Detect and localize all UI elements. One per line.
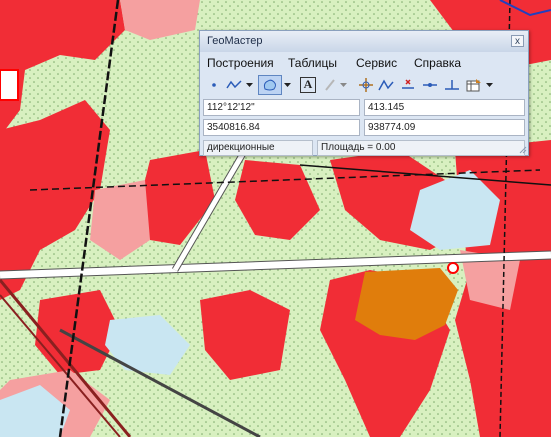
point-icon[interactable] [204,75,224,95]
vertex-icon[interactable] [376,75,396,95]
area-icon[interactable] [258,75,282,95]
pen-icon[interactable] [320,75,340,95]
y-coordinate-field[interactable]: 938774.09 [364,119,525,136]
close-button[interactable]: x [511,35,524,47]
dropdown-arrow-icon[interactable] [282,75,292,95]
map-marker[interactable] [447,262,459,274]
perpendicular-icon[interactable] [442,75,462,95]
polyline-icon[interactable] [224,75,244,95]
x-coordinate-field[interactable]: 3540816.84 [203,119,360,136]
menu-item-tables[interactable]: Таблицы [288,56,337,70]
target-icon[interactable] [356,75,376,95]
longitude-field[interactable]: 112°12'12" [203,99,360,116]
line-point-icon[interactable] [420,75,440,95]
menu-item-construct[interactable]: Построения [207,56,274,70]
dropdown-arrow-icon[interactable] [338,75,348,95]
dropdown-arrow-icon[interactable] [244,75,254,95]
status-mode: дирекционные [203,140,313,156]
menu-item-help[interactable]: Справка [414,56,461,70]
text-icon[interactable]: A [298,75,318,95]
text-tool-glyph: A [300,77,316,93]
menu-bar: Построения Таблицы Сервис Справка [200,54,528,70]
window-title: ГеоМастер [207,35,263,47]
snap-icon[interactable] [398,75,418,95]
toolbar: A [202,72,524,98]
window-titlebar[interactable]: ГеоМастер x [200,31,528,52]
table-icon[interactable] [464,75,484,95]
status-area: Площадь = 0.00 [317,140,525,156]
geomaster-window[interactable]: ГеоМастер x Построения Таблицы Сервис Сп… [199,30,529,156]
dropdown-arrow-icon[interactable] [484,75,494,95]
menu-item-service[interactable]: Сервис [356,56,397,70]
value-field[interactable]: 413.145 [364,99,525,116]
resize-grip-icon[interactable] [519,146,527,154]
map-marker[interactable] [0,69,19,101]
